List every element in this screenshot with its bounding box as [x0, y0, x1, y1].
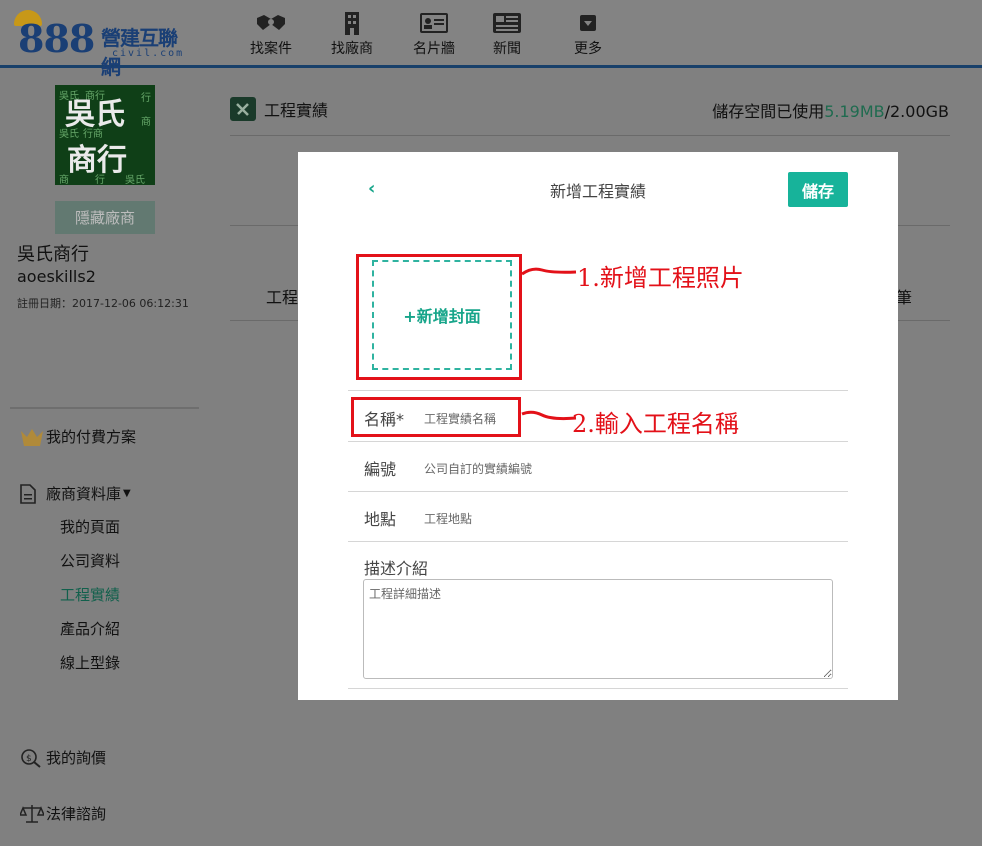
newspaper-icon — [492, 10, 522, 36]
storage-total: /2.00GB — [884, 102, 949, 121]
sidebar-item-plan[interactable]: 我的付費方案 — [20, 426, 136, 447]
document-icon — [20, 483, 46, 504]
table-header-count: 筆 — [896, 288, 913, 307]
sidebar-item-legal[interactable]: 法律諮詢 — [20, 803, 106, 824]
nav-label: 找廠商 — [331, 41, 373, 57]
storage-prefix: 儲存空間已使用 — [712, 102, 825, 121]
inquiry-icon: $ — [20, 748, 46, 768]
form-divider — [348, 541, 848, 542]
page-title-text: 工程實績 — [264, 101, 329, 120]
tools-icon — [230, 97, 256, 121]
company-name: 吳氏商行 — [17, 244, 89, 265]
nav-news[interactable]: 新聞 — [477, 10, 537, 58]
nav-find-cases[interactable]: 找案件 — [241, 10, 301, 58]
storage-usage: 儲存空間已使用5.19MB/2.00GB — [712, 98, 949, 122]
caret-down-icon: ▼ — [123, 488, 131, 499]
code-label: 編號 — [364, 460, 397, 479]
description-label: 描述介紹 — [364, 559, 429, 578]
sidebar-item-inquiry[interactable]: $ 我的詢價 — [20, 747, 106, 768]
annotation-step2: 2.輸入工程名稱 — [572, 410, 739, 438]
building-icon — [343, 10, 361, 36]
annotation-step1: 1.新增工程照片 — [577, 264, 744, 292]
sidebar-item-label: 廠商資料庫 — [46, 485, 122, 503]
top-navbar: 888 營建互聯網 civil.com 找案件 找廠商 名片牆 新聞 更多 — [0, 0, 982, 79]
company-avatar: 吳氏 商行 行 吳氏 吳氏 行商 商 商行 商 行 吳氏 — [55, 85, 155, 185]
company-username: aoeskills2 — [17, 267, 96, 286]
description-textarea[interactable] — [363, 579, 833, 679]
storage-used: 5.19MB — [824, 102, 885, 121]
nav-label: 名片牆 — [413, 41, 455, 57]
nav-label: 新聞 — [493, 41, 521, 57]
annotation-connector — [521, 410, 577, 421]
location-label: 地點 — [364, 510, 397, 529]
sidebar-divider — [10, 407, 199, 409]
sidebar-item-label: 我的詢價 — [46, 749, 107, 767]
sidebar-item-label: 我的付費方案 — [46, 428, 137, 446]
annotation-connector — [521, 267, 577, 276]
sidebar-subitem-my-page[interactable]: 我的頁面 — [60, 516, 120, 537]
save-button[interactable]: 儲存 — [788, 172, 848, 207]
crown-icon — [20, 427, 46, 447]
sidebar-subitem-catalog[interactable]: 線上型錄 — [60, 652, 120, 673]
logo-number: 888 — [18, 16, 95, 61]
logo-domain: civil.com — [112, 48, 185, 59]
sidebar-subitem-projects[interactable]: 工程實績 — [60, 584, 120, 605]
location-input[interactable] — [424, 508, 784, 530]
hide-vendor-button[interactable]: 隱藏廠商 — [55, 201, 155, 234]
dropdown-icon — [579, 10, 597, 36]
nav-find-vendors[interactable]: 找廠商 — [322, 10, 382, 58]
form-divider — [348, 491, 848, 492]
scale-icon — [20, 804, 46, 824]
sidebar-subitem-products[interactable]: 產品介紹 — [60, 618, 120, 639]
sidebar-subitem-company-info[interactable]: 公司資料 — [60, 550, 120, 571]
nav-label: 更多 — [574, 41, 602, 57]
site-logo[interactable]: 888 營建互聯網 civil.com — [14, 10, 185, 79]
nav-card-wall[interactable]: 名片牆 — [404, 10, 464, 58]
page-title: 工程實績 — [230, 97, 328, 121]
annotation-box-cover — [356, 254, 522, 380]
id-card-icon — [419, 10, 449, 36]
registration-date: 註冊日期：2017-12-06 06:12:31 — [17, 297, 189, 310]
handshake-icon — [255, 10, 287, 36]
form-divider — [348, 390, 848, 391]
table-header-project: 工程 — [266, 288, 299, 307]
nav-more[interactable]: 更多 — [558, 10, 618, 58]
annotation-box-name — [351, 397, 521, 437]
sidebar-item-label: 法律諮詢 — [46, 805, 107, 823]
main-divider — [230, 135, 950, 136]
nav-label: 找案件 — [250, 41, 292, 57]
sidebar-item-database[interactable]: 廠商資料庫 ▼ — [20, 483, 131, 504]
form-divider — [348, 441, 848, 442]
form-divider — [348, 688, 848, 689]
svg-text:$: $ — [26, 754, 32, 764]
code-input[interactable] — [424, 458, 784, 480]
